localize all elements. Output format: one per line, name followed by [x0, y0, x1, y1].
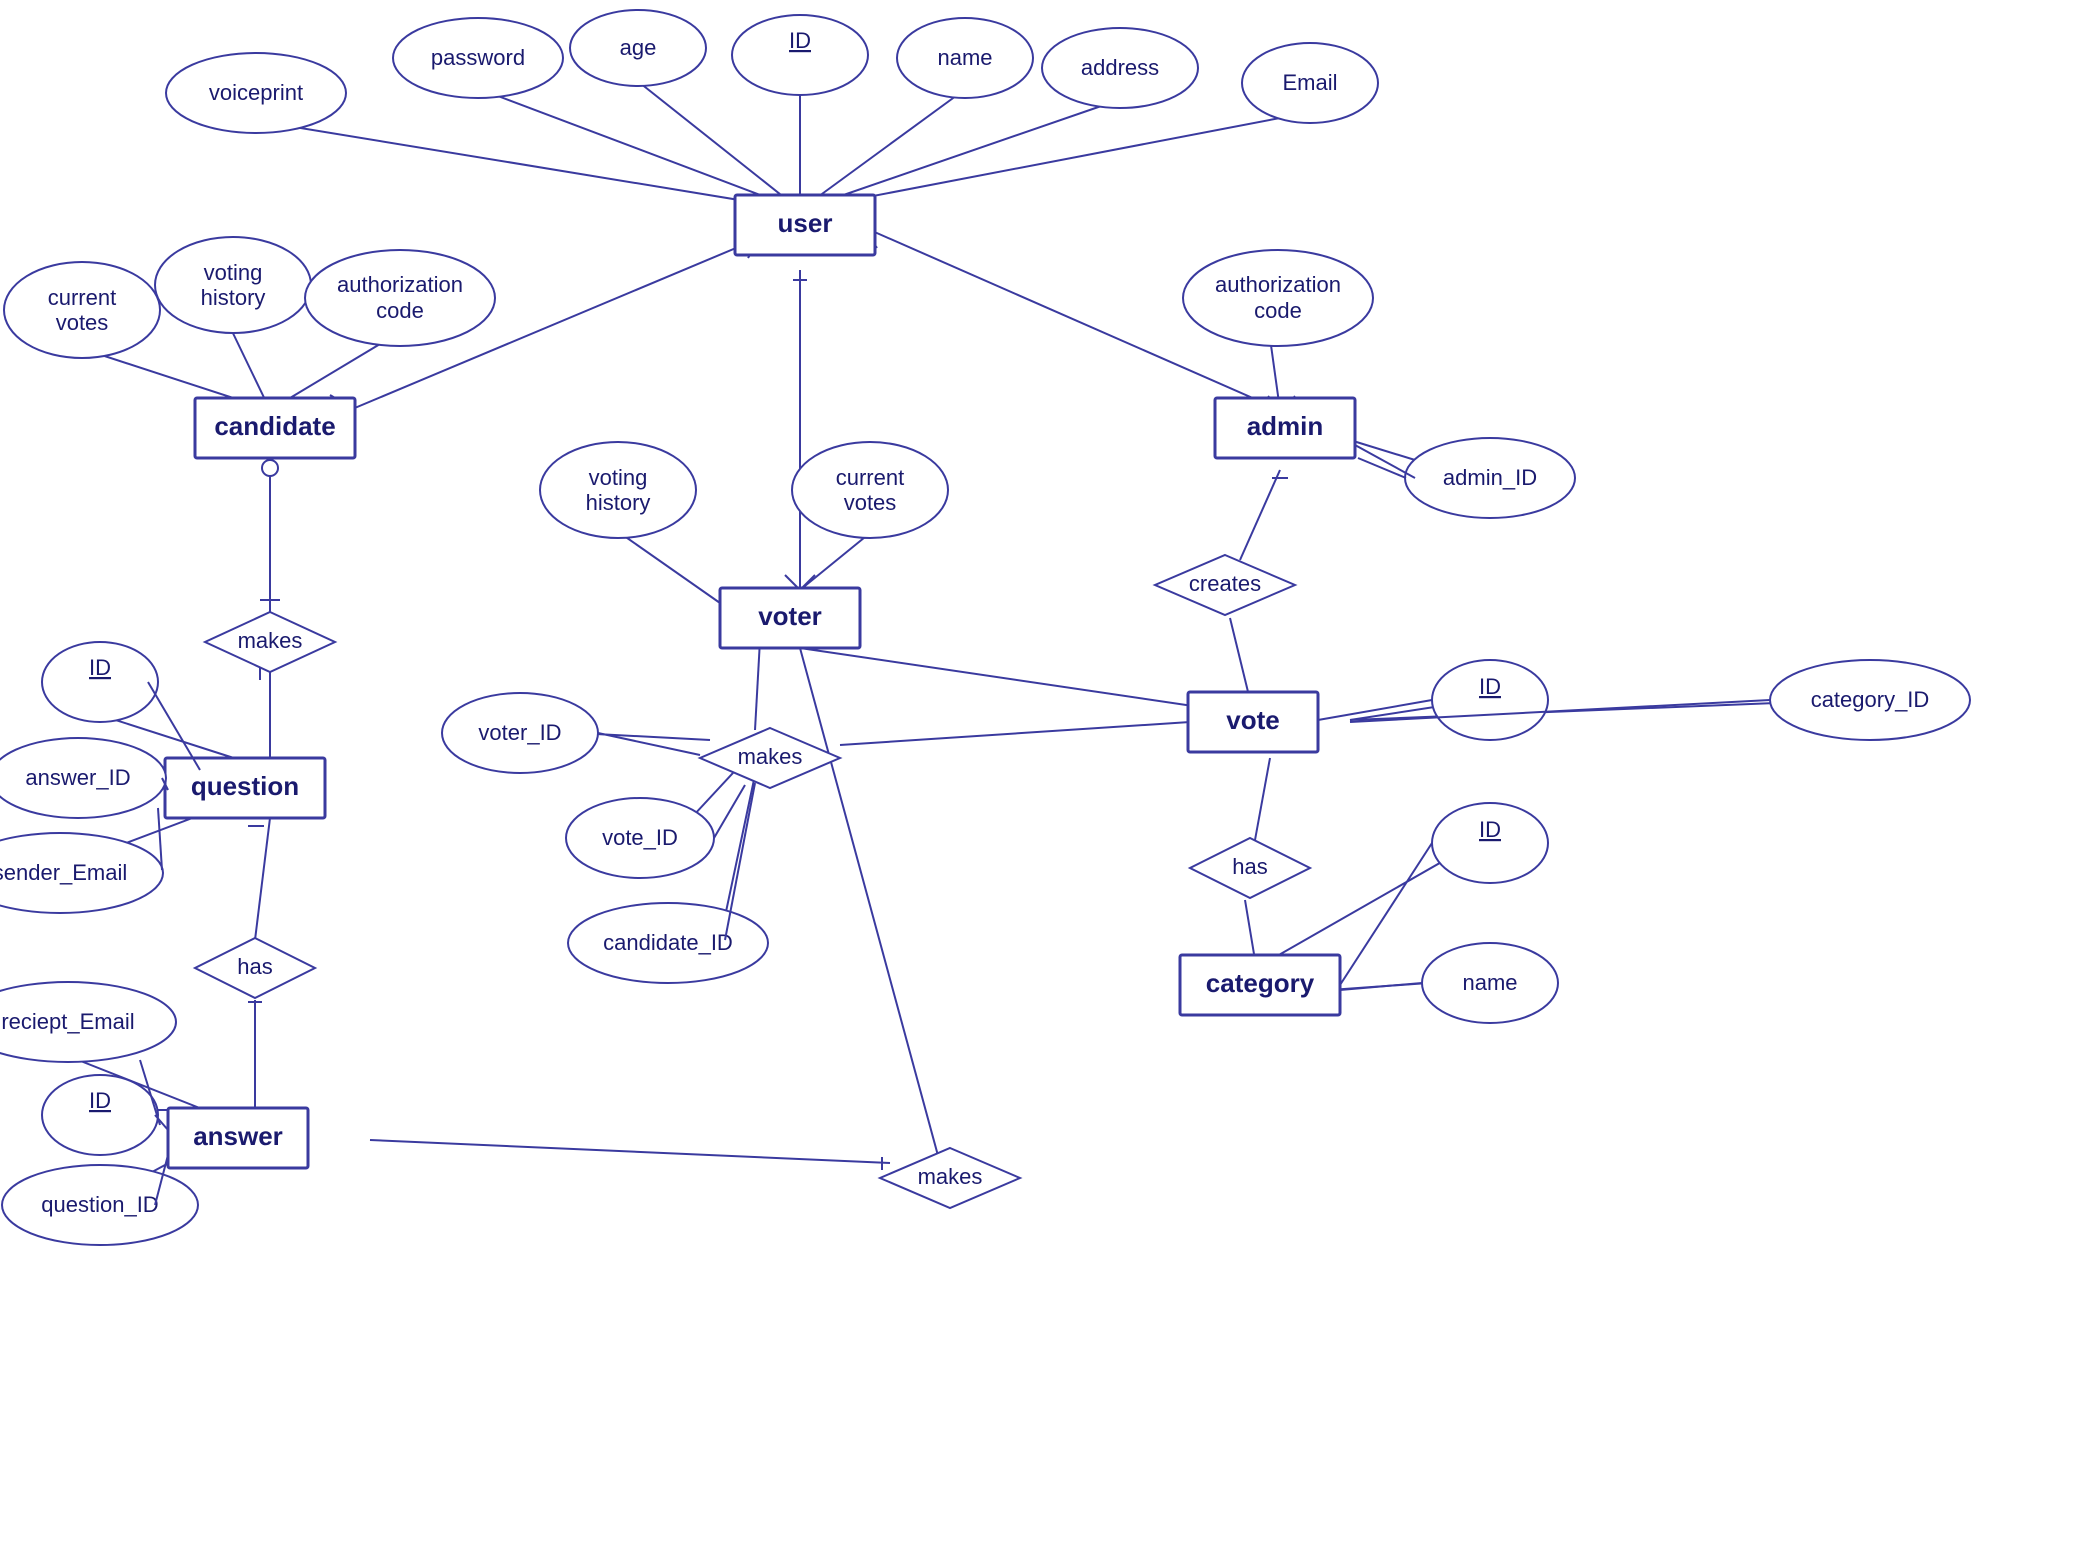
svg-text:makes: makes [918, 1164, 983, 1189]
attr-answer-reciept-email: reciept_Email [0, 982, 176, 1062]
attr-question-id: ID [42, 642, 158, 722]
svg-text:admin: admin [1247, 411, 1324, 441]
attr-voter-voting-history: voting history [540, 442, 696, 538]
attr-category-id: ID [1432, 803, 1548, 883]
rel-makes1: makes [205, 612, 335, 672]
attr-makes2-candidate-id: candidate_ID [568, 903, 768, 983]
entity-category: category [1180, 955, 1340, 1015]
svg-text:ID: ID [789, 28, 811, 53]
svg-text:answer_ID: answer_ID [25, 765, 130, 790]
svg-text:creates: creates [1189, 571, 1261, 596]
er-diagram: user candidate voter admin question answ… [0, 0, 2090, 1566]
svg-text:authorization: authorization [337, 272, 463, 297]
svg-text:ID: ID [1479, 817, 1501, 842]
entity-voter: voter [720, 588, 860, 648]
attr-cand-voting-history: voting history [155, 237, 311, 333]
entity-admin: admin [1215, 398, 1355, 458]
svg-text:code: code [1254, 298, 1302, 323]
attr-user-age: age [570, 10, 706, 86]
entity-question: question [165, 758, 325, 818]
svg-text:user: user [778, 208, 833, 238]
svg-text:name: name [1462, 970, 1517, 995]
attr-vote-id: ID [1432, 660, 1548, 740]
svg-text:vote: vote [1226, 705, 1279, 735]
svg-text:name: name [937, 45, 992, 70]
svg-text:has: has [237, 954, 272, 979]
svg-text:authorization: authorization [1215, 272, 1341, 297]
attr-user-address: address [1042, 28, 1198, 108]
svg-text:voter_ID: voter_ID [478, 720, 561, 745]
attr-category-name: name [1422, 943, 1558, 1023]
svg-text:reciept_Email: reciept_Email [1, 1009, 134, 1034]
attr-answer-id: ID [42, 1075, 158, 1155]
attr-question-answer-id: answer_ID [0, 738, 166, 818]
entity-answer: answer [168, 1108, 308, 1168]
attr-user-voiceprint: voiceprint [166, 53, 346, 133]
attr-vote-category-id: category_ID [1770, 660, 1970, 740]
svg-text:sender_Email: sender_Email [0, 860, 127, 885]
svg-text:admin_ID: admin_ID [1443, 465, 1537, 490]
svg-text:Email: Email [1282, 70, 1337, 95]
attr-cand-current-votes: current votes [4, 262, 160, 358]
svg-text:address: address [1081, 55, 1159, 80]
rel-creates: creates [1155, 555, 1295, 615]
svg-text:vote_ID: vote_ID [602, 825, 678, 850]
svg-text:candidate: candidate [214, 411, 335, 441]
svg-text:voting: voting [589, 465, 648, 490]
svg-text:history: history [201, 285, 266, 310]
entity-vote: vote [1188, 692, 1318, 752]
attr-user-password: password [393, 18, 563, 98]
attr-user-name: name [897, 18, 1033, 98]
rel-makes3: makes [880, 1148, 1020, 1208]
attr-admin-auth-code: authorization code [1183, 250, 1373, 346]
svg-text:answer: answer [193, 1121, 283, 1151]
attr-user-email: Email [1242, 43, 1378, 123]
entity-user: user [735, 195, 875, 255]
attr-cand-auth-code: authorization code [305, 250, 495, 346]
svg-text:ID: ID [1479, 674, 1501, 699]
attr-answer-question-id: question_ID [2, 1165, 198, 1245]
svg-text:history: history [586, 490, 651, 515]
rel-has1: has [195, 938, 315, 998]
attr-makes2-vote-id: vote_ID [566, 798, 714, 878]
entity-candidate: candidate [195, 398, 355, 458]
svg-text:ID: ID [89, 1088, 111, 1113]
svg-text:code: code [376, 298, 424, 323]
svg-text:category: category [1206, 968, 1315, 998]
svg-text:category_ID: category_ID [1811, 687, 1930, 712]
rel-makes2: makes [700, 728, 840, 788]
svg-text:makes: makes [238, 628, 303, 653]
svg-text:makes: makes [738, 744, 803, 769]
rel-has2: has [1190, 838, 1310, 898]
attr-makes2-voter-id: voter_ID [442, 693, 598, 773]
svg-text:candidate_ID: candidate_ID [603, 930, 733, 955]
svg-text:ID: ID [89, 655, 111, 680]
svg-text:votes: votes [56, 310, 109, 335]
svg-text:votes: votes [844, 490, 897, 515]
attr-admin-id: admin_ID [1405, 438, 1575, 518]
svg-text:question_ID: question_ID [41, 1192, 158, 1217]
svg-text:voter: voter [758, 601, 822, 631]
svg-text:password: password [431, 45, 525, 70]
svg-text:voting: voting [204, 260, 263, 285]
attr-voter-current-votes: current votes [792, 442, 948, 538]
svg-text:current: current [48, 285, 116, 310]
attr-question-sender-email: sender_Email [0, 833, 163, 913]
attr-user-id: ID [732, 15, 868, 95]
svg-text:current: current [836, 465, 904, 490]
svg-text:age: age [620, 35, 657, 60]
svg-text:voiceprint: voiceprint [209, 80, 303, 105]
svg-text:question: question [191, 771, 299, 801]
svg-text:has: has [1232, 854, 1267, 879]
